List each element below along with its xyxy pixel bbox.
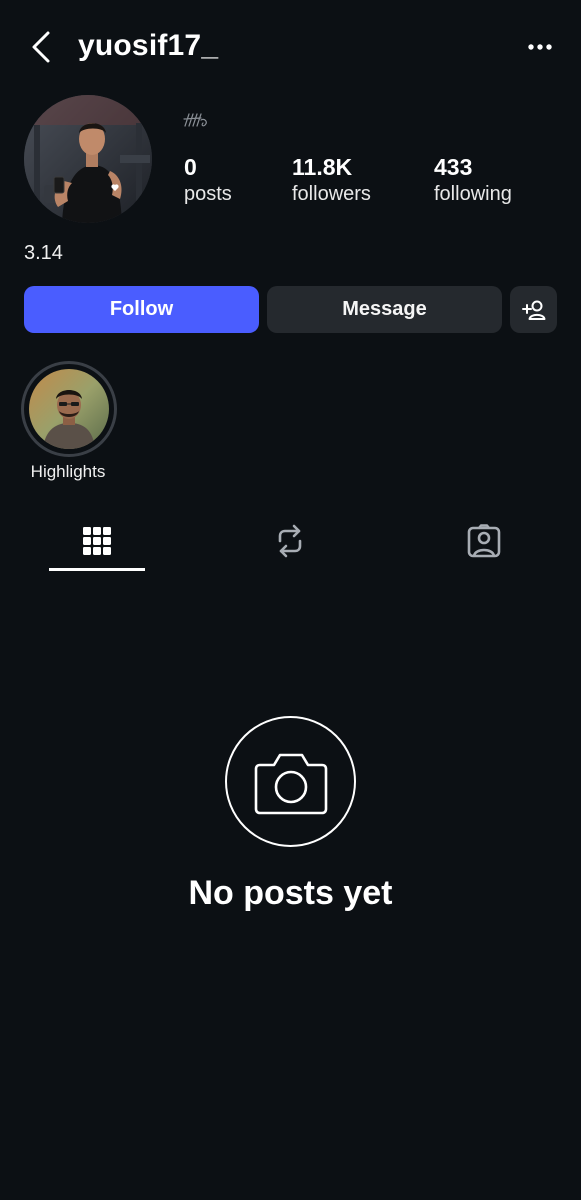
highlight-cover (29, 369, 109, 449)
profile-avatar[interactable] (24, 95, 152, 223)
content-tabs (0, 512, 581, 572)
stat-posts[interactable]: 0 posts (184, 153, 232, 207)
message-button[interactable]: Message (267, 286, 502, 333)
back-button[interactable] (26, 28, 56, 66)
camera-icon (254, 753, 327, 814)
top-bar: yuosif17_ (0, 0, 581, 96)
add-user-icon (521, 300, 545, 320)
stat-followers-label: followers (292, 183, 371, 205)
tab-posts-grid[interactable] (49, 512, 145, 570)
avatar-photo (24, 95, 152, 223)
grid-icon (83, 527, 111, 555)
chevron-left-icon (32, 31, 50, 63)
profile-bio: 3.14 (24, 242, 63, 264)
tagged-icon (467, 524, 501, 558)
stat-posts-label: posts (184, 183, 232, 205)
stat-followers[interactable]: 11.8K followers (292, 153, 371, 207)
highlight-label: Highlights (30, 462, 106, 481)
follow-button[interactable]: Follow (24, 286, 259, 333)
active-tab-indicator (49, 568, 145, 571)
add-user-button[interactable] (510, 286, 557, 333)
stat-following[interactable]: 433 following (434, 153, 512, 207)
stat-following-label: following (434, 183, 512, 205)
highlight-item[interactable] (21, 361, 117, 457)
stat-followers-value: 11.8K (292, 154, 353, 180)
repost-icon (278, 524, 302, 558)
empty-state-camera-circle (225, 716, 356, 847)
more-options-button[interactable] (525, 36, 555, 58)
profile-username: yuosif17_ (78, 29, 219, 62)
empty-state-title: No posts yet (188, 874, 393, 912)
stat-following-value: 433 (434, 154, 473, 180)
signature-scribble-icon (183, 110, 211, 132)
tab-reposts[interactable] (242, 512, 338, 570)
more-horizontal-icon (528, 44, 552, 50)
stat-posts-value: 0 (184, 154, 197, 180)
tab-tagged[interactable] (436, 512, 532, 570)
